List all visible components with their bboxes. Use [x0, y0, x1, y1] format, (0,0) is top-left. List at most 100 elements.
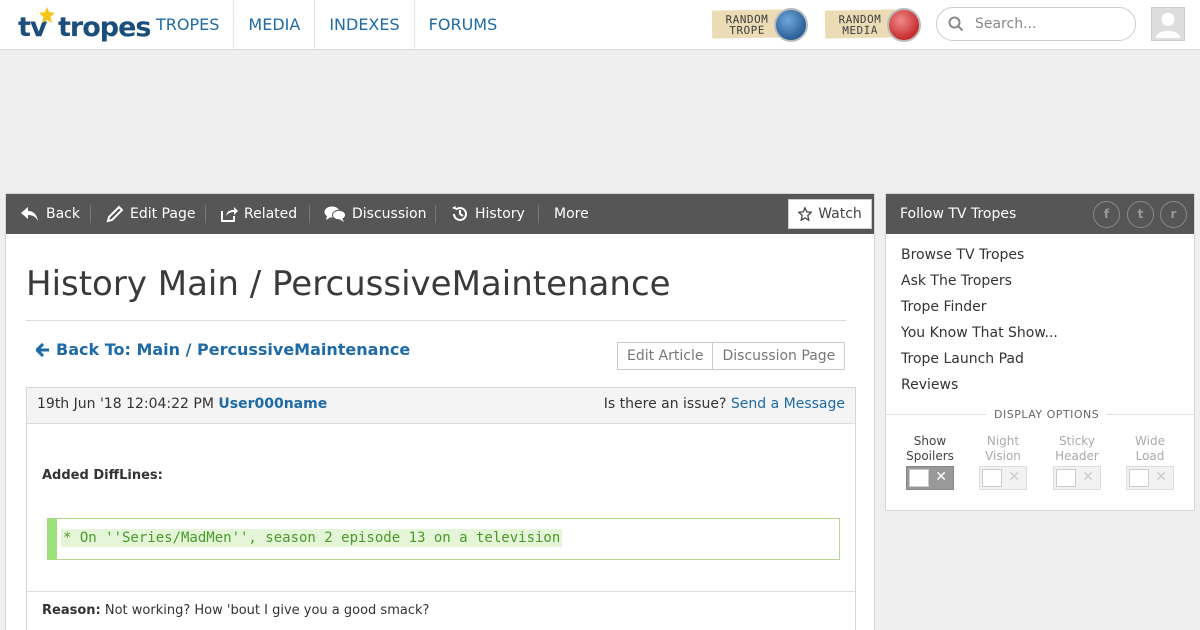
- random-media-button[interactable]: RANDOM MEDIA: [824, 8, 923, 42]
- star-outline-icon: [798, 207, 813, 221]
- history-clock-icon: [452, 206, 467, 221]
- share-icon: [221, 207, 238, 222]
- back-to-link[interactable]: Back To: Main / PercussiveMaintenance: [36, 340, 410, 359]
- toggle-sticky-header: Sticky Header ✕: [1047, 434, 1107, 490]
- related-label: Related: [244, 206, 298, 222]
- reddit-icon[interactable]: r: [1160, 201, 1187, 228]
- show-spoilers-switch[interactable]: ✕: [906, 466, 954, 490]
- watch-button[interactable]: Watch: [788, 199, 872, 229]
- diff-label: Added DiffLines:: [42, 468, 163, 483]
- edit-page-button[interactable]: Edit Page: [106, 194, 195, 234]
- watch-label: Watch: [818, 206, 862, 222]
- toggle-wide-load: Wide Load ✕: [1120, 434, 1180, 490]
- sidebar-links: Browse TV Tropes Ask The Tropers Trope F…: [901, 246, 1058, 402]
- toggle-label: Show Spoilers: [900, 434, 960, 466]
- edit-stamp: 19th Jun '18 12:04:22 PM User000name: [37, 396, 327, 412]
- reason-divider: [27, 591, 855, 592]
- main-panel: Back Edit Page Related Discussion Histor…: [5, 193, 875, 630]
- facebook-icon[interactable]: f: [1093, 201, 1120, 228]
- send-message-link[interactable]: Send a Message: [731, 396, 845, 412]
- issue-prompt: Is there an issue? Send a Message: [604, 396, 845, 412]
- toggle-label: Wide Load: [1120, 434, 1180, 466]
- sidebar-link-reviews[interactable]: Reviews: [901, 376, 1058, 402]
- main-nav: TROPES MEDIA INDEXES FORUMS: [142, 0, 511, 50]
- sidebar-link-trope-finder[interactable]: Trope Finder: [901, 298, 1058, 324]
- random-media-label: RANDOM MEDIA: [824, 9, 896, 39]
- toggle-label-line2: Spoilers: [906, 449, 954, 463]
- sidebar-link-you-know-that-show[interactable]: You Know That Show...: [901, 324, 1058, 350]
- toggle-label-line2: Header: [1055, 449, 1099, 463]
- sticky-header-switch[interactable]: ✕: [1053, 466, 1101, 490]
- toggle-label: Sticky Header: [1047, 434, 1107, 466]
- random-media-line2: MEDIA: [842, 23, 879, 38]
- nav-tropes[interactable]: TROPES: [142, 0, 233, 50]
- discussion-button[interactable]: Discussion: [324, 194, 426, 234]
- chat-bubbles-icon: [324, 206, 346, 222]
- nav-forums[interactable]: FORUMS: [413, 0, 512, 50]
- sidebar-link-browse[interactable]: Browse TV Tropes: [901, 246, 1058, 272]
- more-label: More: [554, 206, 589, 222]
- star-icon: [38, 6, 56, 24]
- back-arrow-icon: [21, 207, 38, 221]
- toggle-label-line2: Load: [1135, 449, 1165, 463]
- edit-timestamp: 19th Jun '18 12:04:22 PM: [37, 396, 214, 412]
- pencil-icon: [106, 205, 124, 223]
- sidebar: Follow TV Tropes f t r Browse TV Tropes …: [885, 193, 1195, 511]
- toggle-label-line2: Vision: [985, 449, 1021, 463]
- toggle-label: Night Vision: [973, 434, 1033, 466]
- related-button[interactable]: Related: [220, 194, 297, 234]
- back-button[interactable]: Back: [20, 194, 80, 234]
- search-icon[interactable]: [948, 16, 964, 32]
- toggle-night-vision: Night Vision ✕: [973, 434, 1033, 490]
- search-input[interactable]: [975, 13, 1125, 35]
- title-divider: [26, 320, 846, 321]
- sidebar-link-launch-pad[interactable]: Trope Launch Pad: [901, 350, 1058, 376]
- toggle-knob: [982, 469, 1002, 487]
- reason-label: Reason:: [42, 603, 101, 618]
- more-button[interactable]: More: [554, 194, 589, 234]
- random-trope-label: RANDOM TROPE: [711, 9, 783, 39]
- follow-title: Follow TV Tropes: [900, 206, 1017, 222]
- toggle-label-line1: Night: [986, 434, 1020, 448]
- arrow-left-icon: [36, 342, 49, 357]
- edit-entry-header: 19th Jun '18 12:04:22 PM User000name Is …: [27, 388, 855, 424]
- user-avatar[interactable]: [1151, 7, 1185, 41]
- page-toolbar: Back Edit Page Related Discussion Histor…: [6, 194, 874, 234]
- toggle-knob: [909, 469, 929, 487]
- x-icon: ✕: [935, 469, 947, 485]
- twitter-icon[interactable]: t: [1127, 201, 1154, 228]
- toggle-label-line1: Sticky: [1059, 434, 1095, 448]
- edit-entry: 19th Jun '18 12:04:22 PM User000name Is …: [26, 387, 856, 630]
- random-trope-button[interactable]: RANDOM TROPE: [711, 8, 810, 42]
- tvtropes-logo[interactable]: tv tropes: [18, 6, 151, 44]
- toolbar-divider: [90, 205, 91, 223]
- nav-indexes[interactable]: INDEXES: [314, 0, 413, 50]
- added-diff-line: * On ''Series/MadMen'', season 2 episode…: [47, 518, 840, 560]
- reason-text: Not working? How 'bout I give you a good…: [104, 603, 430, 618]
- issue-text: Is there an issue?: [603, 396, 727, 412]
- edit-article-button[interactable]: Edit Article: [618, 343, 713, 369]
- random-trope-line2: TROPE: [729, 23, 766, 38]
- history-button[interactable]: History: [451, 194, 525, 234]
- search-box: [936, 7, 1136, 41]
- edit-page-label: Edit Page: [130, 206, 196, 222]
- page-title: History Main / PercussiveMaintenance: [26, 264, 671, 304]
- discussion-label: Discussion: [352, 206, 427, 222]
- edit-reason: Reason: Not working? How 'bout I give yo…: [42, 603, 429, 618]
- sidebar-link-ask[interactable]: Ask The Tropers: [901, 272, 1058, 298]
- edit-user-link[interactable]: User000name: [218, 396, 327, 412]
- night-vision-switch[interactable]: ✕: [979, 466, 1027, 490]
- nav-media[interactable]: MEDIA: [233, 0, 314, 50]
- toggle-knob: [1129, 469, 1149, 487]
- wide-load-switch[interactable]: ✕: [1126, 466, 1174, 490]
- discussion-page-button[interactable]: Discussion Page: [712, 343, 845, 369]
- follow-header: Follow TV Tropes f t r: [886, 194, 1194, 234]
- display-options-title: DISPLAY OPTIONS: [986, 408, 1108, 421]
- diff-line-text: * On ''Series/MadMen'', season 2 episode…: [61, 529, 563, 547]
- blue-ball-icon: [774, 8, 808, 42]
- toolbar-divider: [435, 205, 436, 223]
- toolbar-divider: [538, 205, 539, 223]
- toggle-label-line1: Show: [913, 434, 947, 448]
- logo-tropes: tropes: [58, 12, 151, 43]
- toolbar-divider: [309, 205, 310, 223]
